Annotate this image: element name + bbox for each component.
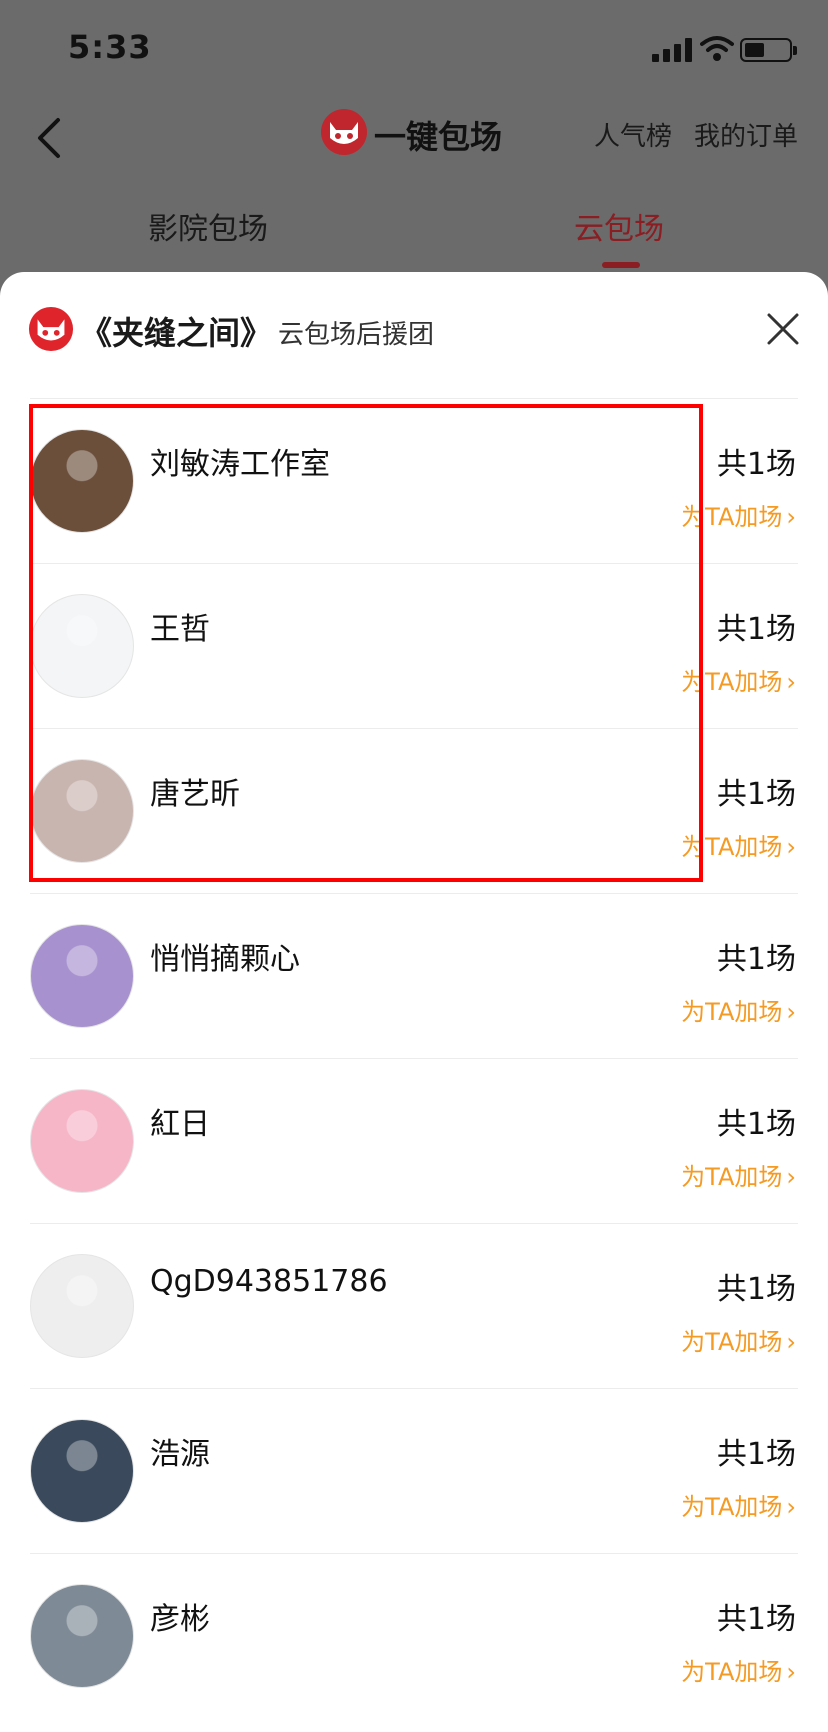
avatar[interactable] bbox=[30, 1419, 134, 1523]
list-item: 唐艺昕 共1场为TA加场 › bbox=[30, 728, 798, 893]
avatar[interactable] bbox=[30, 924, 134, 1028]
avatar[interactable] bbox=[30, 1584, 134, 1688]
add-session-label: 为TA加场 bbox=[681, 1328, 783, 1356]
chevron-right-icon: › bbox=[786, 998, 796, 1026]
list-item: 彦彬 共1场为TA加场 › bbox=[30, 1553, 798, 1718]
battery-level bbox=[745, 43, 764, 57]
list-item: 王哲 共1场为TA加场 › bbox=[30, 563, 798, 728]
page-title: 一键包场 bbox=[374, 118, 503, 156]
chevron-right-icon: › bbox=[786, 1493, 796, 1521]
chevron-right-icon: › bbox=[786, 1658, 796, 1686]
maoyan-cat-icon bbox=[321, 109, 367, 155]
session-count: 共1场 bbox=[716, 1602, 796, 1637]
supporter-name: 王哲 bbox=[150, 612, 210, 647]
supporter-name: 紅日 bbox=[150, 1107, 210, 1142]
supporter-name: QgD943851786 bbox=[150, 1264, 388, 1299]
close-icon[interactable] bbox=[766, 312, 800, 346]
supporter-name: 刘敏涛工作室 bbox=[150, 447, 330, 482]
add-session-button[interactable]: 为TA加场 › bbox=[681, 662, 796, 697]
session-count: 共1场 bbox=[716, 447, 796, 482]
add-session-label: 为TA加场 bbox=[681, 503, 783, 531]
chevron-right-icon: › bbox=[786, 1328, 796, 1356]
chevron-right-icon: › bbox=[786, 503, 796, 531]
session-count: 共1场 bbox=[716, 612, 796, 647]
session-count: 共1场 bbox=[716, 1272, 796, 1307]
add-session-label: 为TA加场 bbox=[681, 1493, 783, 1521]
chevron-right-icon: › bbox=[786, 833, 796, 861]
add-session-button[interactable]: 为TA加场 › bbox=[681, 1652, 796, 1687]
avatar[interactable] bbox=[30, 759, 134, 863]
add-session-button[interactable]: 为TA加场 › bbox=[681, 1157, 796, 1192]
wifi-icon bbox=[700, 36, 734, 61]
movie-title: 《夹缝之间》 bbox=[80, 314, 273, 352]
session-count: 共1场 bbox=[716, 942, 796, 977]
supporter-list: 刘敏涛工作室 共1场 为TA加场 › 王哲 共1场 为TA加场 › 唐艺昕 共1场 为TA加场 › 悄悄… bbox=[0, 398, 828, 1718]
list-item: 浩源 共1场为TA加场 › bbox=[30, 1388, 798, 1553]
active-tab-indicator bbox=[602, 262, 640, 268]
chevron-right-icon: › bbox=[786, 668, 796, 696]
tab-bar: 影院包场 云包场 bbox=[0, 200, 828, 270]
add-session-button[interactable]: 为TA加场 › bbox=[681, 1487, 796, 1522]
sheet-subtitle: 云包场后援团 bbox=[278, 320, 435, 350]
battery-icon bbox=[740, 38, 797, 62]
supporter-name: 彦彬 bbox=[150, 1602, 210, 1637]
signal-icon bbox=[652, 38, 694, 62]
tab-cloud-booking[interactable]: 云包场 bbox=[574, 204, 664, 248]
avatar[interactable] bbox=[30, 429, 134, 533]
session-count: 共1场 bbox=[716, 1107, 796, 1142]
nav-bar: 一键包场 人气榜 我的订单 bbox=[0, 100, 828, 190]
tab-cinema-booking[interactable]: 影院包场 bbox=[148, 204, 268, 248]
supporter-name: 悄悄摘颗心 bbox=[150, 942, 300, 977]
supporter-name: 浩源 bbox=[150, 1437, 210, 1472]
status-bar: 5:33 bbox=[0, 0, 828, 100]
my-orders-link[interactable]: 我的订单 bbox=[694, 116, 798, 153]
list-item: QgD943851786 共1场为TA加场 › bbox=[30, 1223, 798, 1388]
supporter-name: 唐艺昕 bbox=[150, 777, 240, 812]
avatar[interactable] bbox=[30, 594, 134, 698]
add-session-button[interactable]: 为TA加场 › bbox=[681, 1322, 796, 1357]
list-item: 悄悄摘颗心 共1场为TA加场 › bbox=[30, 893, 798, 1058]
add-session-button[interactable]: 为TA加场 › bbox=[681, 497, 796, 532]
add-session-label: 为TA加场 bbox=[681, 833, 783, 861]
add-session-label: 为TA加场 bbox=[681, 668, 783, 696]
list-item: 刘敏涛工作室 共1场为TA加场 › bbox=[30, 398, 798, 563]
status-time: 5:33 bbox=[68, 28, 152, 66]
avatar[interactable] bbox=[30, 1089, 134, 1193]
add-session-button[interactable]: 为TA加场 › bbox=[681, 992, 796, 1027]
add-session-label: 为TA加场 bbox=[681, 998, 783, 1026]
ranking-link[interactable]: 人气榜 bbox=[594, 116, 672, 153]
back-icon[interactable] bbox=[34, 112, 74, 164]
add-session-label: 为TA加场 bbox=[681, 1163, 783, 1191]
chevron-right-icon: › bbox=[786, 1163, 796, 1191]
supporters-sheet: 《夹缝之间》 云包场后援团 刘敏涛工作室 共1场 为TA加场 › 王哲 共1场 为TA加场 ›… bbox=[0, 272, 828, 1732]
add-session-button[interactable]: 为TA加场 › bbox=[681, 827, 796, 862]
avatar[interactable] bbox=[30, 1254, 134, 1358]
add-session-label: 为TA加场 bbox=[681, 1658, 783, 1686]
maoyan-cat-icon bbox=[28, 306, 74, 352]
list-item: 紅日 共1场为TA加场 › bbox=[30, 1058, 798, 1223]
session-count: 共1场 bbox=[716, 777, 796, 812]
session-count: 共1场 bbox=[716, 1437, 796, 1472]
sheet-header: 《夹缝之间》 云包场后援团 bbox=[0, 272, 828, 382]
